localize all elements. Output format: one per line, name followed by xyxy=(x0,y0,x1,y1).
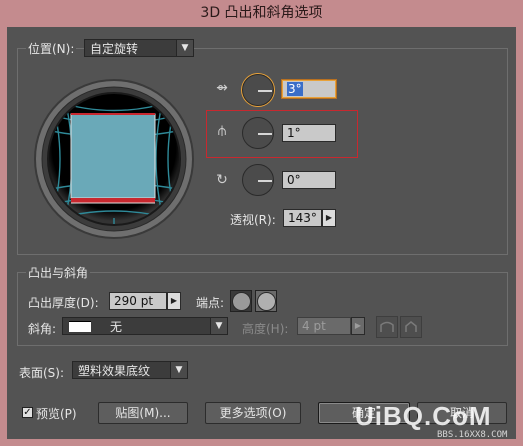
height-label: 高度(H): xyxy=(242,322,289,336)
bevel-swatch xyxy=(69,321,91,332)
bevel-out-icon xyxy=(380,321,394,332)
perspective-input[interactable]: 143° xyxy=(283,209,322,227)
chevron-down-icon: ▼ xyxy=(176,40,193,56)
dial-needle xyxy=(258,133,272,135)
preview-checkbox[interactable]: ✓ xyxy=(22,407,33,418)
position-label: 位置(N): xyxy=(26,40,77,57)
bevel-in-button[interactable] xyxy=(400,316,422,338)
height-slider-button[interactable]: ▶ xyxy=(351,317,365,335)
rotate-y-input[interactable]: 1° xyxy=(282,124,336,142)
rotate-z-input[interactable]: 0° xyxy=(282,171,336,189)
cap-on-button[interactable] xyxy=(230,290,252,312)
rotation-track-cube[interactable] xyxy=(26,78,202,240)
position-preset-select[interactable]: 自定旋转 ▼ xyxy=(84,39,194,57)
rotate-y-dial[interactable] xyxy=(242,117,274,149)
preview-label: 预览(P) xyxy=(36,407,77,421)
dial-needle xyxy=(258,90,272,92)
chevron-down-icon: ▼ xyxy=(210,318,227,334)
cap-on-icon xyxy=(232,292,251,311)
bevel-value: 无 xyxy=(110,320,123,334)
map-art-button[interactable]: 贴图(M)... xyxy=(98,402,188,424)
cap-off-button[interactable] xyxy=(255,290,277,312)
rotate-x-value: 3° xyxy=(287,82,303,96)
window-title: 3D 凸出和斜角选项 xyxy=(200,5,323,21)
rotate-y-icon: ⫛ xyxy=(217,123,227,139)
more-options-button[interactable]: 更多选项(O) xyxy=(205,402,301,424)
watermark-url: BBS.16XX8.COM xyxy=(437,430,508,440)
surface-label: 表面(S): xyxy=(19,366,65,380)
cap-off-icon xyxy=(257,292,276,311)
chevron-down-icon: ▼ xyxy=(170,362,187,378)
position-preset-value: 自定旋转 xyxy=(90,42,139,56)
watermark-logo: UiBQ.CoM xyxy=(355,401,492,431)
perspective-label: 透视(R): xyxy=(230,213,276,227)
rotate-z-dial[interactable] xyxy=(242,164,274,196)
extrude-depth-label: 凸出厚度(D): xyxy=(28,296,99,310)
height-input[interactable]: 4 pt xyxy=(297,317,351,335)
rotate-x-icon: ⇴ xyxy=(216,80,228,96)
surface-select[interactable]: 塑料效果底纹 ▼ xyxy=(72,361,188,379)
bevel-in-icon xyxy=(405,321,417,332)
track-cube-graphic xyxy=(34,79,194,239)
cap-label: 端点: xyxy=(196,296,225,310)
extrude-depth-input[interactable]: 290 pt xyxy=(109,292,167,310)
rotate-x-input[interactable]: 3° xyxy=(281,79,337,99)
dial-needle xyxy=(258,180,272,182)
bevel-label: 斜角: xyxy=(28,322,57,336)
bevel-out-button[interactable] xyxy=(376,316,398,338)
bevel-select[interactable]: 无 ▼ xyxy=(62,317,228,335)
perspective-slider-button[interactable]: ▶ xyxy=(322,209,336,227)
rotate-z-icon: ↻ xyxy=(216,172,228,188)
extrude-group-title: 凸出与斜角 xyxy=(26,264,91,281)
extrude-depth-slider-button[interactable]: ▶ xyxy=(167,292,181,310)
surface-value: 塑料效果底纹 xyxy=(78,364,151,378)
rotate-x-dial[interactable] xyxy=(242,74,274,106)
